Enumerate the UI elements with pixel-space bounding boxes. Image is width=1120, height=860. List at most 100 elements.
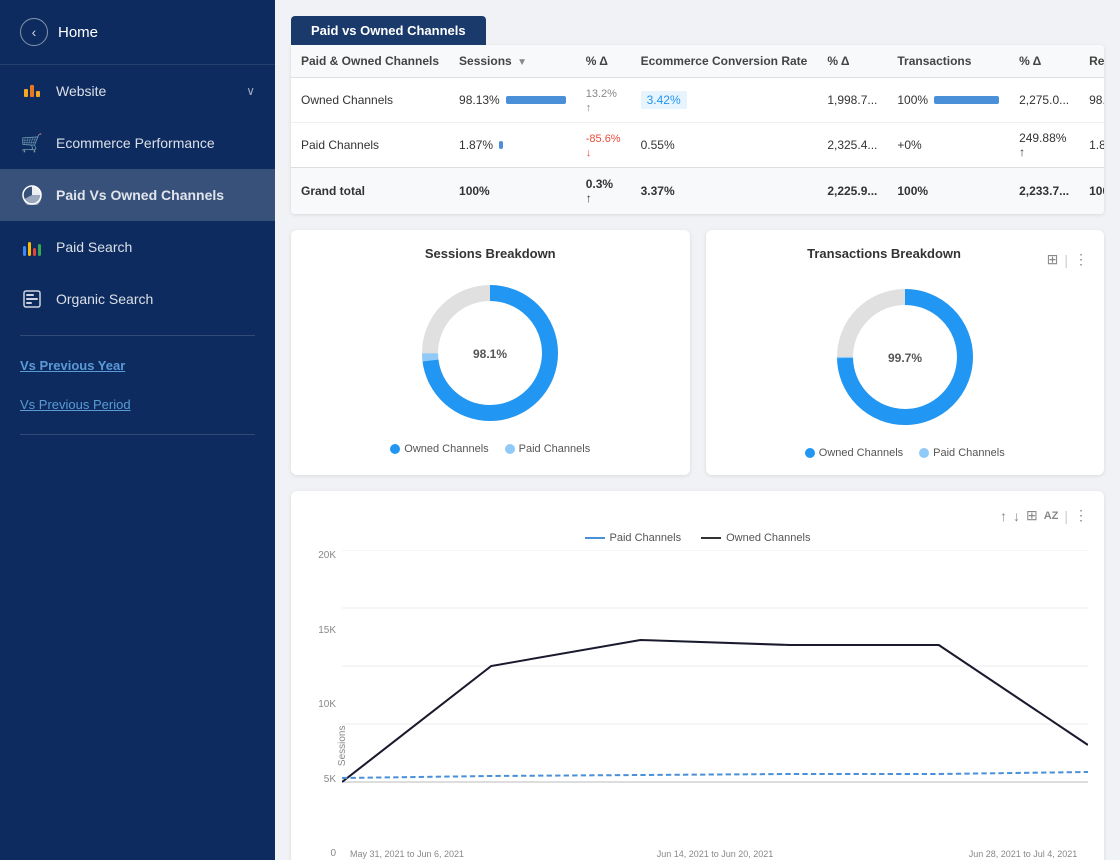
transactions-cell: +0% bbox=[887, 123, 1009, 168]
sessions-delta-cell: 13.2% ↑ bbox=[576, 78, 631, 123]
chevron-down-icon: ∨ bbox=[246, 84, 255, 98]
website-icon bbox=[20, 79, 44, 103]
transactions-breakdown-title: Transactions Breakdown bbox=[722, 246, 1047, 261]
toolbar-separator: | bbox=[1064, 252, 1068, 268]
y-tick-10k: 10K bbox=[307, 699, 336, 710]
col-header-revenue: Revenue bbox=[1079, 45, 1104, 78]
line-chart-wrapper: 20K 15K 10K 5K 0 bbox=[307, 550, 1088, 860]
col-header-transactions: Transactions bbox=[887, 45, 1009, 78]
line-chart-legend: Paid Channels Owned Channels bbox=[307, 532, 1088, 544]
legend-owned-channels: Owned Channels bbox=[701, 532, 810, 544]
col-header-sessions[interactable]: Sessions ▼ bbox=[449, 45, 576, 78]
data-table-card: Paid & Owned Channels Sessions ▼ % Δ Eco… bbox=[291, 45, 1104, 214]
line-chart-toolbar: ↑ ↓ ⊞ AZ | ⋮ bbox=[307, 507, 1088, 524]
transactions-delta-cell: 2,275.0... bbox=[1009, 78, 1079, 123]
col-header-channel: Paid & Owned Channels bbox=[291, 45, 449, 78]
footer-sessions: 100% bbox=[449, 168, 576, 215]
donut-center-label-txn: 99.7% bbox=[888, 351, 922, 365]
pie-icon bbox=[20, 183, 44, 207]
main-content: Paid vs Owned Channels Paid & Owned Chan… bbox=[275, 0, 1120, 860]
sessions-cell: 98.13% bbox=[449, 78, 576, 123]
ecr-cell: 3.42% bbox=[631, 78, 818, 123]
sidebar-item-paid-vs-owned[interactable]: Paid Vs Owned Channels bbox=[0, 169, 275, 221]
chart-svg-container: May 31, 2021 to Jun 6, 2021 (Week 22) Ju… bbox=[342, 550, 1088, 860]
sessions-legend-owned: Owned Channels bbox=[390, 443, 488, 455]
footer-sessions-delta: 0.3% ↑ bbox=[576, 168, 631, 215]
sidebar-item-ecommerce[interactable]: 🛒 Ecommerce Performance bbox=[0, 117, 275, 169]
back-icon: ‹ bbox=[32, 24, 37, 40]
sort-icon: ▼ bbox=[517, 57, 527, 68]
download-icon[interactable]: ↓ bbox=[1013, 508, 1020, 524]
chart-toolbar-transactions[interactable]: ⊞ | ⋮ bbox=[1047, 251, 1088, 268]
col-header-sessions-delta: % Δ bbox=[576, 45, 631, 78]
y-tick-15k: 15K bbox=[307, 625, 336, 636]
more-options-icon[interactable]: ⋮ bbox=[1074, 507, 1088, 524]
paid-dot-txn bbox=[919, 448, 929, 458]
sessions-delta-cell: -85.6% ↓ bbox=[576, 123, 631, 168]
sidebar-divider-1 bbox=[20, 335, 255, 336]
footer-revenue: 2,233.7... bbox=[1009, 168, 1079, 215]
revenue-cell: 98.12% bbox=[1079, 78, 1104, 123]
y-tick-20k: 20K bbox=[307, 550, 336, 561]
sidebar-item-website[interactable]: Website ∨ bbox=[0, 65, 275, 117]
donut-center-label: 98.1% bbox=[473, 347, 507, 361]
owned-dot bbox=[390, 444, 400, 454]
channel-data-table: Paid & Owned Channels Sessions ▼ % Δ Eco… bbox=[291, 45, 1104, 214]
x-label-1: May 31, 2021 to Jun 6, 2021 (Week 22) Ju… bbox=[342, 849, 472, 860]
az-sort-icon[interactable]: AZ bbox=[1044, 510, 1059, 522]
sidebar-item-organic-search[interactable]: Organic Search bbox=[0, 273, 275, 325]
paid-vs-owned-section: Paid vs Owned Channels Paid & Owned Chan… bbox=[291, 16, 1104, 214]
sidebar-item-paid-search[interactable]: Paid Search bbox=[0, 221, 275, 273]
sessions-legend-paid: Paid Channels bbox=[505, 443, 591, 455]
footer-ecr: 3.37% bbox=[631, 168, 818, 215]
home-label: Home bbox=[58, 24, 98, 41]
table-icon[interactable]: ⊞ bbox=[1026, 507, 1038, 524]
channel-name: Paid Channels bbox=[291, 123, 449, 168]
owned-dot-txn bbox=[805, 448, 815, 458]
sidebar-item-label-organic-search: Organic Search bbox=[56, 291, 153, 307]
sessions-breakdown-card: Sessions Breakdown 98.1% Owned Channels bbox=[291, 230, 690, 475]
table-row: Paid Channels 1.87% -85.6% ↓ 0.55% 2,325… bbox=[291, 123, 1104, 168]
sidebar-item-label-paid-search: Paid Search bbox=[56, 239, 132, 255]
transactions-donut-svg: 99.7% bbox=[825, 277, 985, 437]
sessions-cell: 1.87% bbox=[449, 123, 576, 168]
organic-search-icon bbox=[20, 287, 44, 311]
revenue-cell: 1.88% bbox=[1079, 123, 1104, 168]
sidebar-divider-2 bbox=[20, 434, 255, 435]
y-tick-5k: 5K bbox=[307, 774, 336, 785]
legend-paid-channels: Paid Channels bbox=[585, 532, 682, 544]
sidebar-navigation: Website ∨ 🛒 Ecommerce Performance Paid V… bbox=[0, 65, 275, 860]
y-axis-labels: 20K 15K 10K 5K 0 bbox=[307, 550, 342, 860]
upload-icon[interactable]: ↑ bbox=[1000, 508, 1007, 524]
transactions-legend-paid: Paid Channels bbox=[919, 447, 1005, 459]
table-header-row: Paid & Owned Channels Sessions ▼ % Δ Eco… bbox=[291, 45, 1104, 78]
sidebar-link-vs-prev-period[interactable]: Vs Previous Period bbox=[0, 385, 275, 424]
sidebar-item-label-ecommerce: Ecommerce Performance bbox=[56, 135, 215, 151]
footer-transactions-pct: 100% bbox=[887, 168, 1009, 215]
home-nav[interactable]: ‹ Home bbox=[0, 0, 275, 65]
sidebar: ‹ Home Website ∨ 🛒 Ecommerce Performance bbox=[0, 0, 275, 860]
sessions-legend: Owned Channels Paid Channels bbox=[390, 443, 590, 455]
transactions-cell: 100% bbox=[887, 78, 1009, 123]
cart-icon: 🛒 bbox=[20, 131, 44, 155]
transactions-delta-cell: 249.88% ↑ bbox=[1009, 123, 1079, 168]
footer-label: Grand total bbox=[291, 168, 449, 215]
transactions-legend: Owned Channels Paid Channels bbox=[805, 447, 1005, 459]
paid-search-icon bbox=[20, 235, 44, 259]
more-options-icon[interactable]: ⋮ bbox=[1074, 251, 1088, 268]
toolbar-sep: | bbox=[1064, 508, 1068, 524]
paid-dot bbox=[505, 444, 515, 454]
sidebar-item-label-website: Website bbox=[56, 83, 106, 99]
x-label-2: Jun 14, 2021 to Jun 20, 2021 (Week 24) J… bbox=[650, 849, 780, 860]
sessions-donut-svg: 98.1% bbox=[410, 273, 570, 433]
y-axis-title: Sessions bbox=[337, 725, 348, 766]
back-button[interactable]: ‹ bbox=[20, 18, 48, 46]
line-chart-svg bbox=[342, 550, 1088, 840]
x-label-3: Jun 28, 2021 to Jul 4, 2021 (Week 26) bbox=[958, 849, 1088, 860]
sessions-donut-container: 98.1% Owned Channels Paid Channels bbox=[307, 273, 674, 455]
transactions-legend-owned: Owned Channels bbox=[805, 447, 903, 459]
breakdown-charts-row: Sessions Breakdown 98.1% Owned Channels bbox=[291, 230, 1104, 475]
transactions-donut-container: 99.7% Owned Channels Paid Channels bbox=[722, 277, 1089, 459]
table-view-icon[interactable]: ⊞ bbox=[1047, 251, 1059, 268]
sidebar-link-vs-prev-year[interactable]: Vs Previous Year bbox=[0, 346, 275, 385]
